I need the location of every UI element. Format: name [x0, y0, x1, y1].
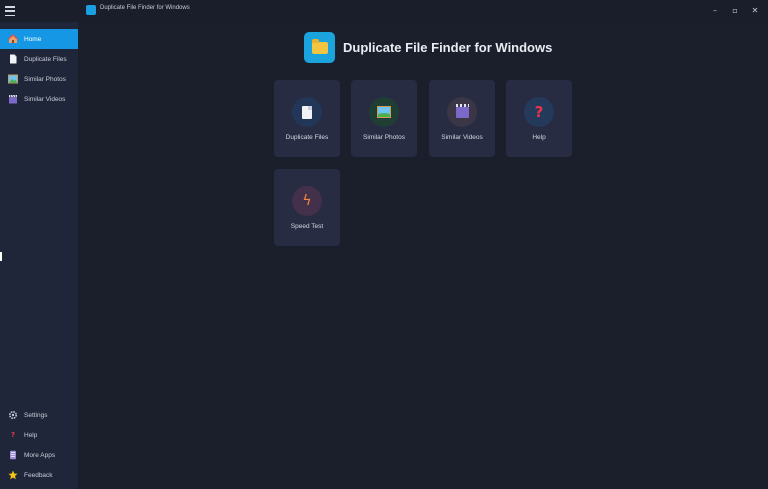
tile-similar-photos[interactable]: Similar Photos — [351, 80, 417, 157]
tile-similar-videos[interactable]: Similar Videos — [429, 80, 495, 157]
apps-icon — [8, 450, 18, 460]
lightning-icon: ϟ — [292, 186, 322, 216]
tile-speed-test[interactable]: ϟ Speed Test — [274, 169, 340, 246]
close-button[interactable]: ✕ — [750, 4, 760, 16]
question-icon: ? — [524, 97, 554, 127]
sidebar-item-label: Duplicate Files — [24, 55, 67, 63]
gear-icon — [8, 410, 18, 420]
sidebar-item-help[interactable]: ? Help — [0, 425, 78, 445]
app-window: Duplicate File Finder for Windows – ▫ ✕ … — [0, 0, 768, 489]
sidebar-item-label: More Apps — [24, 451, 56, 459]
video-icon — [8, 94, 18, 104]
tile-duplicate-files[interactable]: Duplicate Files — [274, 80, 340, 157]
window-controls: – ▫ ✕ — [710, 4, 760, 16]
sidebar-item-label: Settings — [24, 411, 48, 419]
app-logo-icon — [304, 32, 335, 63]
tile-label: Duplicate Files — [285, 134, 329, 141]
app-logo-icon — [86, 5, 96, 15]
tile-label: Similar Photos — [363, 134, 405, 141]
sidebar-item-home[interactable]: Home — [0, 29, 78, 49]
tile-label: Speed Test — [290, 223, 324, 230]
sidebar-item-label: Help — [24, 431, 38, 439]
sidebar-item-more-apps[interactable]: More Apps — [0, 445, 78, 465]
minimize-button[interactable]: – — [710, 4, 720, 16]
sidebar-item-settings[interactable]: Settings — [0, 405, 78, 425]
sidebar-item-label: Home — [24, 35, 42, 43]
menu-icon[interactable] — [5, 6, 15, 16]
document-icon — [8, 54, 18, 64]
sidebar-item-duplicate-files[interactable]: Duplicate Files — [0, 49, 78, 69]
maximize-button[interactable]: ▫ — [730, 4, 740, 16]
folder-icon — [311, 38, 328, 54]
tile-label: Similar Videos — [441, 134, 483, 141]
photo-icon — [8, 74, 18, 84]
tile-label: Help — [532, 134, 546, 141]
sidebar-item-similar-photos[interactable]: Similar Photos — [0, 69, 78, 89]
focus-marker — [0, 252, 2, 261]
window-title: Duplicate File Finder for Windows — [100, 5, 190, 11]
video-icon — [447, 97, 477, 127]
title-bar: Duplicate File Finder for Windows – ▫ ✕ — [0, 0, 768, 22]
sidebar-item-label: Feedback — [24, 471, 53, 479]
sidebar-item-feedback[interactable]: Feedback — [0, 465, 78, 485]
sidebar: Home Duplicate Files Similar Photos Simi… — [0, 22, 78, 489]
photo-icon — [369, 97, 399, 127]
page-title: Duplicate File Finder for Windows — [343, 40, 553, 55]
question-icon: ? — [10, 431, 16, 439]
tile-help[interactable]: ? Help — [506, 80, 572, 157]
sidebar-item-label: Similar Videos — [24, 95, 66, 103]
star-icon — [8, 470, 18, 480]
main-content: Duplicate File Finder for Windows Duplic… — [79, 22, 768, 489]
sidebar-item-similar-videos[interactable]: Similar Videos — [0, 89, 78, 109]
home-icon — [8, 34, 18, 44]
document-icon — [292, 97, 322, 127]
sidebar-item-label: Similar Photos — [24, 75, 66, 83]
